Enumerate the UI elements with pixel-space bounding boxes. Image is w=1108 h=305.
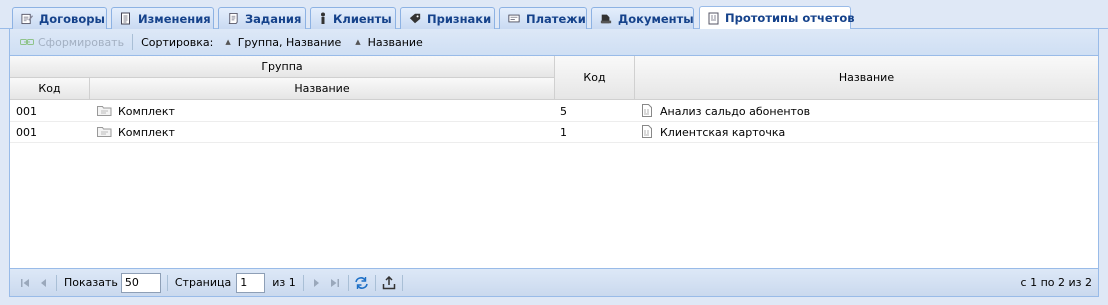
group-code-cell: 001 [16, 105, 37, 118]
export-upload-icon[interactable] [380, 274, 398, 292]
next-page-icon[interactable] [308, 274, 326, 292]
code-cell: 1 [560, 126, 567, 139]
person-icon [319, 12, 327, 25]
document-list-icon [120, 12, 132, 25]
group-name-cell: Комплект [97, 122, 175, 143]
name-cell: Клиентская карточка [642, 122, 785, 143]
tab-clients[interactable]: Клиенты [310, 7, 396, 29]
table-row[interactable]: 001 Комплект 5 Анализ сальдо абонентов [10, 101, 1098, 122]
prev-page-icon[interactable] [34, 274, 52, 292]
toolbar-separator [132, 34, 134, 50]
tab-label: Клиенты [333, 11, 392, 26]
generate-button[interactable]: Сформировать [16, 32, 128, 52]
sort-name-label: Название [367, 35, 423, 49]
pager-separator [401, 274, 403, 291]
tab-label: Изменения [138, 11, 211, 26]
pager-separator [302, 274, 304, 291]
tab-attributes[interactable]: Признаки [400, 7, 495, 29]
documents-stack-icon [600, 12, 612, 25]
tab-label: Договоры [39, 11, 105, 26]
sort-name-button[interactable]: ▲ Название [351, 32, 427, 52]
group-header: Группа [10, 56, 555, 78]
code-header[interactable]: Код [555, 56, 635, 100]
tag-icon [409, 12, 421, 25]
name-cell: Анализ сальдо абонентов [642, 101, 810, 122]
group-name-text: Комплект [118, 105, 175, 118]
last-page-icon[interactable] [326, 274, 344, 292]
page-label: Страница [174, 276, 232, 289]
name-text: Клиентская карточка [660, 126, 786, 139]
name-text: Анализ сальдо абонентов [660, 105, 811, 118]
tab-contracts[interactable]: Договоры [12, 7, 107, 29]
refresh-icon[interactable] [353, 274, 371, 292]
task-scroll-icon [227, 12, 239, 25]
report-prototypes-grid: Группа Код Название Код Название 001 Ком… [9, 56, 1099, 268]
pager-separator [347, 274, 349, 291]
sort-group-name-button[interactable]: ▲ Группа, Название [221, 32, 345, 52]
first-page-icon[interactable] [16, 274, 34, 292]
tab-label: Документы [618, 11, 694, 26]
page-size-input[interactable] [120, 272, 161, 293]
payment-card-icon [508, 12, 520, 25]
report-prototype-icon [708, 12, 719, 25]
paging-info: с 1 по 2 из 2 [1020, 276, 1092, 289]
table-row[interactable]: 001 Комплект 1 Клиентская карточка [10, 122, 1098, 143]
page-number-input[interactable] [236, 272, 266, 293]
tab-label: Платежи [526, 11, 586, 26]
tab-documents[interactable]: Документы [591, 7, 694, 29]
group-code-cell: 001 [16, 126, 37, 139]
pager-separator [56, 274, 57, 291]
tab-report-prototypes[interactable]: Прототипы отчетов [699, 6, 855, 29]
name-header[interactable]: Название [635, 56, 1098, 100]
tab-label: Задания [245, 11, 302, 26]
group-name-text: Комплект [118, 126, 175, 139]
sort-group-name-label: Группа, Название [237, 35, 342, 49]
report-file-icon [642, 103, 652, 120]
group-name-cell: Комплект [97, 101, 175, 122]
code-cell: 5 [560, 105, 567, 118]
link-chain-icon [20, 36, 34, 49]
tab-label: Признаки [427, 11, 492, 26]
report-file-icon [642, 124, 652, 141]
tab-changes[interactable]: Изменения [111, 7, 214, 29]
group-name-header[interactable]: Название [90, 78, 555, 100]
sort-asc-icon: ▲ [225, 38, 231, 46]
tab-tasks[interactable]: Задания [218, 7, 306, 29]
tab-payments[interactable]: Платежи [499, 7, 587, 29]
show-label: Показать [64, 276, 118, 289]
folder-icon [97, 126, 112, 140]
sort-label: Сортировка: [141, 35, 214, 49]
tab-strip: Договоры Изменения Задания Клиенты Призн… [0, 0, 1108, 29]
folder-icon [97, 105, 112, 119]
group-code-header[interactable]: Код [10, 78, 90, 100]
contract-edit-icon [21, 12, 33, 25]
tab-label: Прототипы отчетов [725, 11, 855, 25]
pager-separator [374, 274, 376, 291]
pager-separator [166, 274, 168, 291]
page-count-label: из 1 [272, 276, 296, 289]
paging-toolbar: Показать Страница из 1 с 1 по 2 из 2 [9, 268, 1099, 297]
sort-asc-icon: ▲ [355, 38, 361, 46]
toolbar: Сформировать Сортировка: ▲ Группа, Назва… [9, 29, 1099, 56]
generate-label: Сформировать [38, 35, 125, 49]
